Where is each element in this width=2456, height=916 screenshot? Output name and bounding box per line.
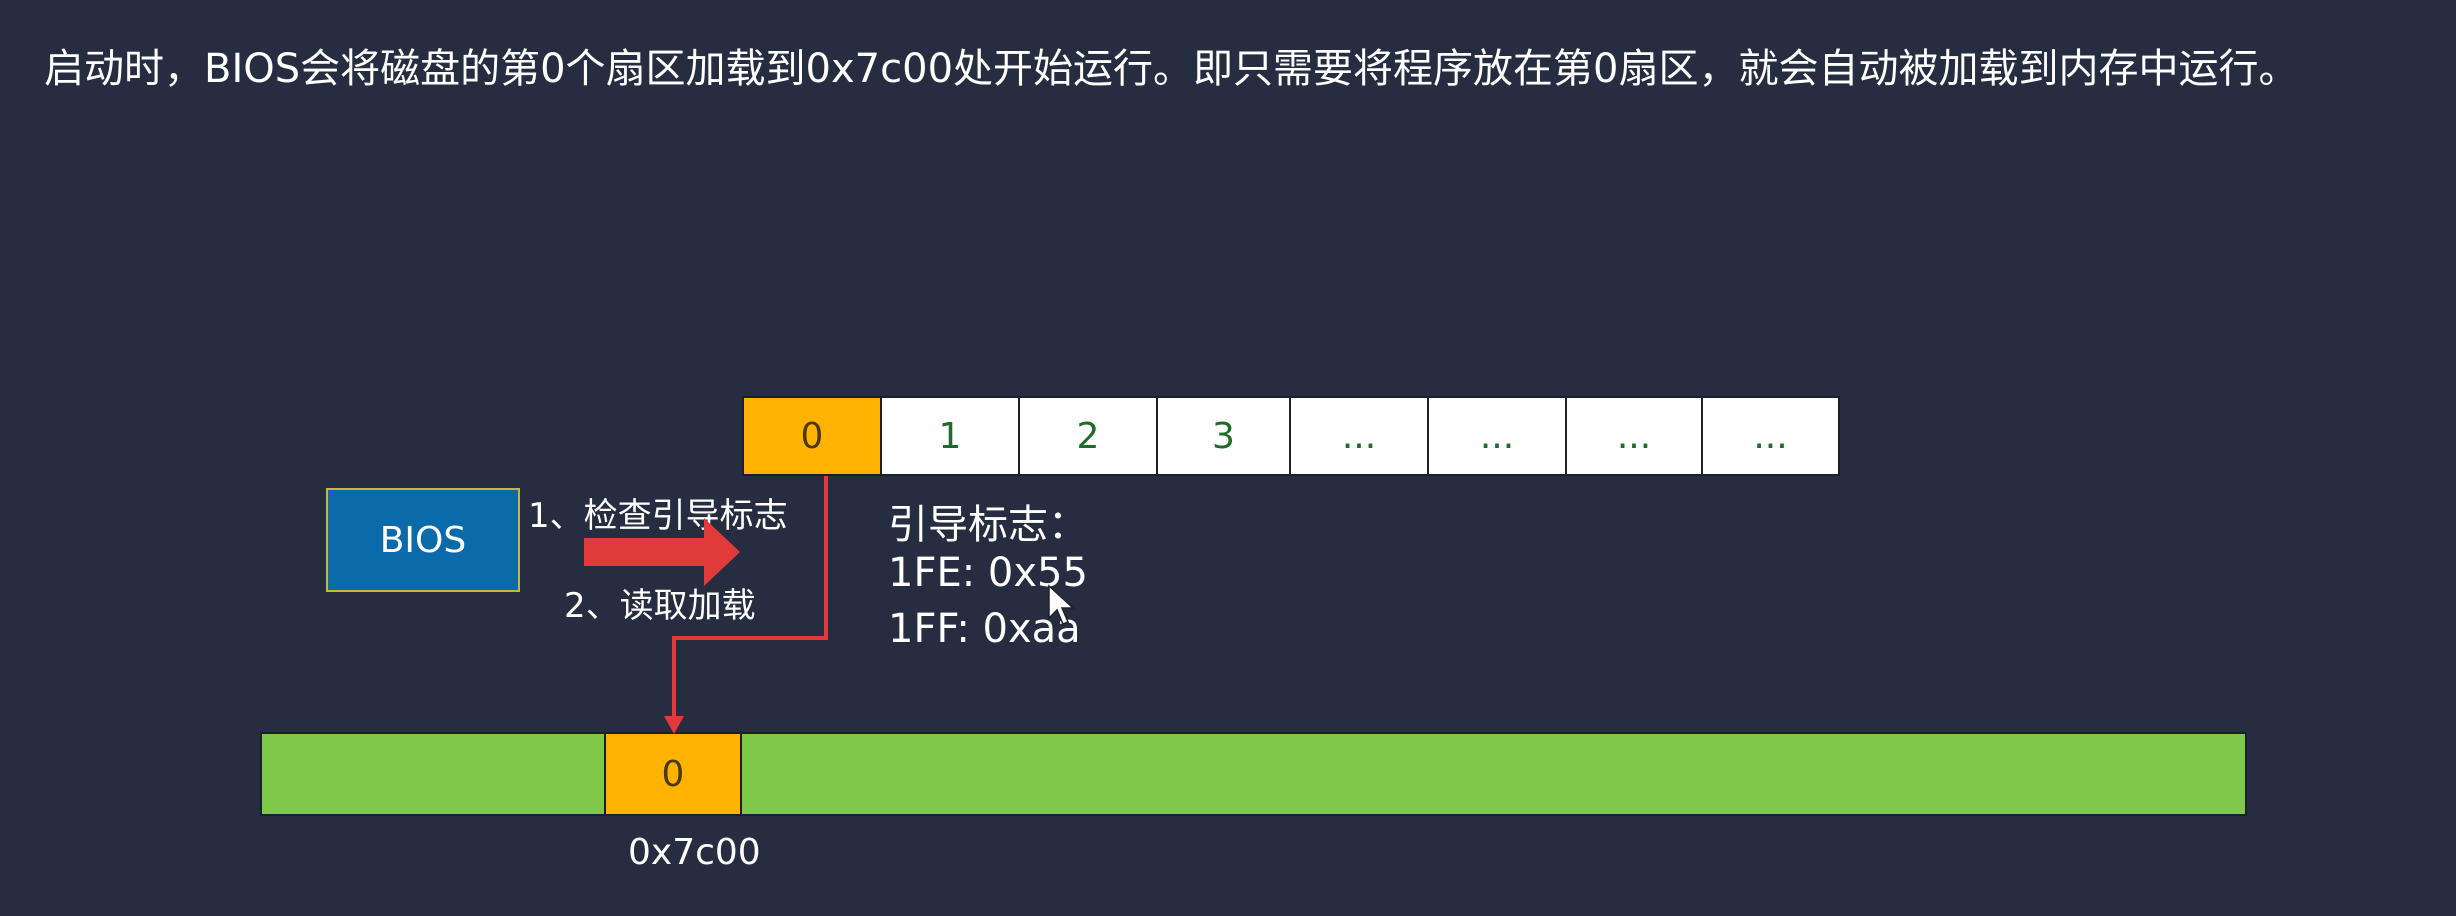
disk-sector-ellipsis-2: ... [1429,398,1567,474]
disk-sector-row: 0 1 2 3 ... ... ... ... [742,396,1840,476]
disk-sector-3: 3 [1158,398,1291,474]
memory-address-label: 0x7c00 [628,832,761,873]
disk-sector-2: 2 [1020,398,1158,474]
disk-sector-ellipsis-3: ... [1567,398,1703,474]
memory-sector-0: 0 [604,732,742,816]
disk-sector-1: 1 [882,398,1020,474]
step-check-label: 1、检查引导标志 [528,496,788,536]
description-text: 启动时，BIOS会将磁盘的第0个扇区加载到0x7c00处开始运行。即只需要将程序… [44,46,2299,92]
boot-flag-title: 引导标志： [888,502,1088,548]
step-load-label: 2、读取加载 [564,586,756,626]
disk-sector-ellipsis-1: ... [1291,398,1429,474]
disk-sector-0: 0 [744,398,882,474]
boot-flag-1fe: 1FE: 0x55 [888,550,1088,596]
bios-box: BIOS [326,488,520,592]
boot-flag-1ff: 1FF: 0xaa [888,606,1081,652]
memory-bar [260,732,2247,816]
disk-sector-ellipsis-4: ... [1703,398,1838,474]
